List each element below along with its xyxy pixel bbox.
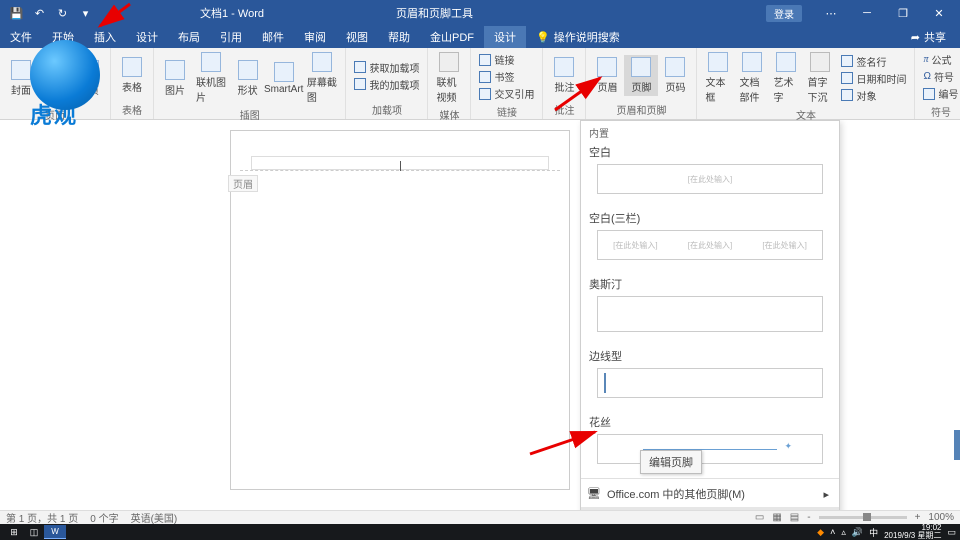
annotation-arrows [0, 0, 960, 540]
logo-globe-icon [30, 40, 100, 110]
huguan-logo [30, 40, 100, 110]
